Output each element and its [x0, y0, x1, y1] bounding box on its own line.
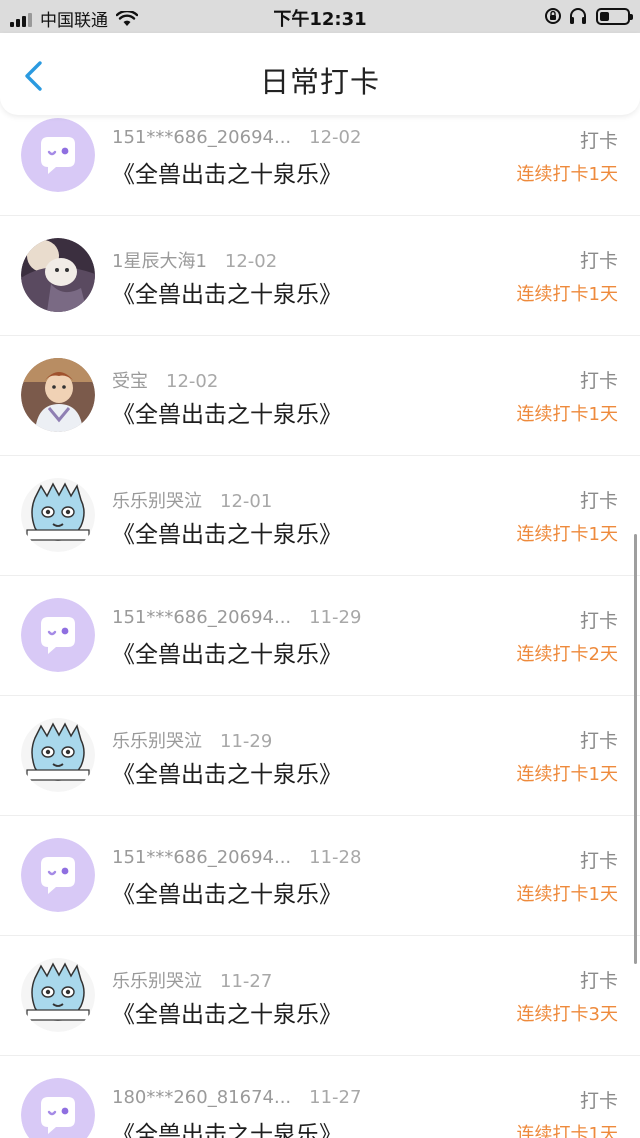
checkin-label: 打卡 — [579, 970, 618, 992]
user-name[interactable]: 受宝 — [112, 371, 148, 392]
record-meta: 乐乐别哭泣 11-27 — [112, 967, 272, 993]
checkin-label: 打卡 — [579, 850, 618, 872]
checkin-label: 打卡 — [579, 610, 618, 632]
record-meta: 180***260_81674... 11-27 — [112, 1087, 361, 1108]
avatar[interactable] — [21, 118, 95, 192]
avatar[interactable] — [21, 1078, 95, 1138]
streak-label: 连续打卡3天 — [516, 1004, 618, 1025]
book-title: 《全兽出击之十泉乐》 — [112, 1002, 342, 1028]
avatar[interactable] — [21, 478, 95, 552]
avatar[interactable] — [21, 958, 95, 1032]
avatar[interactable] — [21, 238, 95, 312]
status-right — [538, 7, 633, 25]
list-item[interactable]: 乐乐别哭泣 11-29 《全兽出击之十泉乐》 打卡连续打卡1天 — [0, 696, 640, 816]
record-meta: 受宝 12-02 — [112, 367, 218, 393]
user-name[interactable]: 151***686_20694... — [112, 607, 291, 628]
streak-label: 连续打卡1天 — [516, 284, 618, 305]
streak-label: 连续打卡1天 — [516, 1124, 618, 1138]
list-item[interactable]: 受宝 12-02 《全兽出击之十泉乐》 打卡连续打卡1天 — [0, 336, 640, 456]
record-meta: 乐乐别哭泣 11-29 — [112, 727, 272, 753]
streak-label: 连续打卡1天 — [516, 884, 618, 905]
record-meta: 1星辰大海1 12-02 — [112, 247, 277, 273]
record-date: 12-01 — [220, 491, 273, 512]
user-name[interactable]: 1星辰大海1 — [112, 251, 207, 272]
book-title: 《全兽出击之十泉乐》 — [112, 282, 342, 308]
record-date: 11-28 — [309, 847, 362, 868]
streak-label: 连续打卡1天 — [516, 764, 618, 785]
headphones-icon — [570, 8, 586, 24]
scrollbar[interactable] — [634, 534, 637, 964]
nav-bar: 日常打卡 — [0, 33, 640, 115]
battery-icon — [596, 7, 633, 25]
battery-level-fill — [600, 11, 609, 21]
user-name[interactable]: 乐乐别哭泣 — [112, 731, 202, 752]
book-title: 《全兽出击之十泉乐》 — [112, 1122, 342, 1138]
book-title: 《全兽出击之十泉乐》 — [112, 642, 342, 668]
record-date: 11-27 — [309, 1087, 362, 1108]
record-date: 11-29 — [309, 607, 362, 628]
list-item[interactable]: 151***686_20694... 11-29 《全兽出击之十泉乐》 打卡连续打卡2… — [0, 576, 640, 696]
record-meta: 151***686_20694... 11-29 — [112, 607, 361, 628]
checkin-label: 打卡 — [579, 370, 618, 392]
checkin-label: 打卡 — [579, 250, 618, 272]
avatar[interactable] — [21, 358, 95, 432]
user-name[interactable]: 151***686_20694... — [112, 847, 291, 868]
list-item[interactable]: 180***260_81674... 11-27 《全兽出击之十泉乐》 打卡连续打卡1… — [0, 1056, 640, 1138]
checkin-label: 打卡 — [579, 730, 618, 752]
streak-label: 连续打卡1天 — [516, 524, 618, 545]
record-date: 11-29 — [220, 731, 273, 752]
book-title: 《全兽出击之十泉乐》 — [112, 402, 342, 428]
avatar[interactable] — [21, 598, 95, 672]
book-title: 《全兽出击之十泉乐》 — [112, 882, 342, 908]
record-date: 11-27 — [220, 971, 273, 992]
status-bar: 中国联通 下午12:31 — [0, 0, 640, 33]
list-item[interactable]: 151***686_20694... 11-28 《全兽出击之十泉乐》 打卡连续打卡1… — [0, 816, 640, 936]
streak-label: 连续打卡1天 — [516, 164, 618, 185]
checkin-label: 打卡 — [579, 490, 618, 512]
screen: 中国联通 下午12:31 日常打卡 151***686_20694... 12-… — [0, 0, 640, 1138]
avatar[interactable] — [21, 718, 95, 792]
list-item[interactable]: 乐乐别哭泣 12-01 《全兽出击之十泉乐》 打卡连续打卡1天 — [0, 456, 640, 576]
list-item[interactable]: 1星辰大海1 12-02 《全兽出击之十泉乐》 打卡连续打卡1天 — [0, 216, 640, 336]
user-name[interactable]: 151***686_20694... — [112, 127, 291, 148]
record-date: 12-02 — [166, 371, 219, 392]
checkin-label: 打卡 — [579, 130, 618, 152]
checkin-label: 打卡 — [579, 1090, 618, 1112]
record-date: 12-02 — [224, 251, 278, 272]
book-title: 《全兽出击之十泉乐》 — [112, 522, 342, 548]
checkin-record-list[interactable]: 151***686_20694... 12-02 《全兽出击之十泉乐》 打卡 连续打卡1… — [0, 96, 640, 1138]
user-name[interactable]: 乐乐别哭泣 — [112, 491, 202, 512]
page-title: 日常打卡 — [259, 65, 380, 99]
rotation-lock-icon — [545, 8, 561, 24]
user-name[interactable]: 180***260_81674... — [112, 1087, 291, 1108]
record-meta: 151***686_20694... 11-28 — [112, 847, 361, 868]
streak-label: 连续打卡2天 — [516, 644, 618, 665]
avatar[interactable] — [21, 838, 95, 912]
book-title: 《全兽出击之十泉乐》 — [112, 162, 342, 188]
streak-label: 连续打卡1天 — [516, 404, 618, 425]
record-date: 12-02 — [309, 127, 362, 148]
list-item[interactable]: 乐乐别哭泣 11-27 《全兽出击之十泉乐》 打卡连续打卡3天 — [0, 936, 640, 1056]
record-meta: 151***686_20694... 12-02 — [112, 127, 361, 148]
record-meta: 乐乐别哭泣 12-01 — [112, 487, 272, 513]
user-name[interactable]: 乐乐别哭泣 — [112, 971, 202, 992]
book-title: 《全兽出击之十泉乐》 — [112, 762, 342, 788]
